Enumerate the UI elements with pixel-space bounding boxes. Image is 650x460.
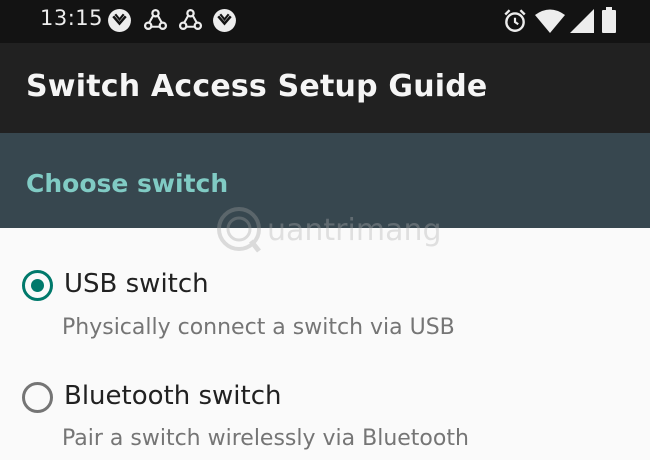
section-header: Choose switch — [0, 133, 650, 228]
battery-icon — [602, 7, 616, 33]
usb-switch-label: USB switch — [64, 269, 209, 299]
options-list: USB switch Physically connect a switch v… — [0, 228, 650, 460]
signal-icon — [570, 9, 594, 33]
app-bar: Switch Access Setup Guide — [0, 43, 650, 133]
bluetooth-switch-description: Pair a switch wirelessly via Bluetooth — [62, 426, 469, 451]
usb-switch-radio[interactable] — [22, 270, 53, 301]
usb-switch-description: Physically connect a switch via USB — [62, 315, 455, 340]
vpn-shield-icon — [213, 9, 236, 32]
status-time: 13:15 — [40, 6, 104, 30]
bluetooth-switch-radio[interactable] — [22, 382, 53, 413]
bluetooth-switch-option[interactable]: Bluetooth switch Pair a switch wirelessl… — [0, 350, 650, 460]
alarm-icon — [504, 9, 526, 32]
usb-switch-option[interactable]: USB switch Physically connect a switch v… — [0, 228, 650, 340]
sync-icon — [178, 8, 203, 30]
vpn-shield-icon — [108, 9, 131, 32]
section-title: Choose switch — [26, 169, 229, 198]
sync-icon — [143, 8, 168, 30]
wifi-icon — [535, 9, 565, 33]
status-bar: 13:15 — [0, 0, 650, 43]
bluetooth-switch-label: Bluetooth switch — [64, 381, 282, 411]
app-title: Switch Access Setup Guide — [26, 69, 488, 104]
